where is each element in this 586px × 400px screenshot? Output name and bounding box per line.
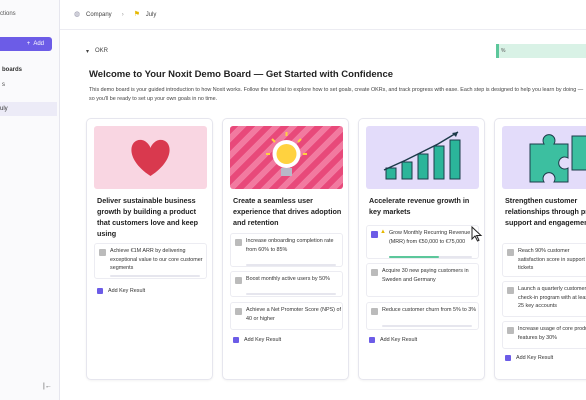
collapse-sidebar-icon[interactable]: |← (43, 383, 52, 390)
objective-card[interactable]: Create a seamless user experience that d… (222, 118, 349, 380)
key-result-item[interactable]: Increase usage of core product features … (502, 321, 586, 349)
bar-chart-image (366, 126, 479, 189)
key-result-text: Reach 90% customer satisfaction score in… (518, 248, 585, 272)
key-result-progress (110, 275, 200, 277)
key-result-item[interactable]: Achieve €1M ARR by delivering exceptiona… (94, 243, 207, 279)
sidebar: ctions + Add boards s uly |← (0, 0, 60, 400)
mouse-cursor-icon (471, 226, 483, 242)
objective-card[interactable]: Deliver sustainable business growth by b… (86, 118, 213, 380)
avatar-icon (507, 249, 514, 256)
objective-title[interactable]: Deliver sustainable business growth by b… (97, 195, 207, 239)
add-key-result-button[interactable]: Add Key Result (369, 337, 417, 343)
avatar-icon (507, 327, 514, 334)
key-result-text: Achieve a Net Promoter Score (NPS) of 40… (246, 307, 341, 322)
page-title: Welcome to Your Noxit Demo Board — Get S… (89, 69, 394, 80)
add-button[interactable]: + Add (0, 37, 52, 51)
okr-progress-bar: % (496, 44, 586, 58)
add-key-result-label: Add Key Result (380, 337, 418, 343)
key-result-progress-fill (389, 256, 439, 258)
key-result-text: Boost monthly active users by 50% (246, 276, 330, 282)
key-result-text: Launch a quarterly customer check-in pro… (518, 286, 586, 310)
avatar-icon (235, 277, 242, 284)
plus-square-icon (97, 288, 103, 294)
add-button-label: Add (33, 41, 44, 47)
objective-card[interactable]: Strengthen customer relationships throug… (494, 118, 586, 380)
key-result-item[interactable]: Reduce customer churn from 5% to 3% (366, 302, 479, 330)
heart-image (94, 126, 207, 189)
plus-square-icon (233, 337, 239, 343)
objective-title[interactable]: Strengthen customer relationships throug… (505, 195, 586, 228)
objective-title[interactable]: Accelerate revenue growth in key markets (369, 195, 479, 217)
key-result-text: Achieve €1M ARR by delivering exceptiona… (110, 248, 203, 272)
add-key-result-button[interactable]: Add Key Result (233, 337, 281, 343)
key-result-item[interactable]: Acquire 30 new paying customers in Swede… (366, 263, 479, 297)
flag-icon: ⚑ (133, 10, 140, 18)
key-result-item[interactable]: Achieve a Net Promoter Score (NPS) of 40… (230, 302, 343, 330)
globe-icon: ◍ (74, 10, 81, 18)
sidebar-section-boards: boards (2, 67, 23, 73)
add-key-result-button[interactable]: Add Key Result (505, 355, 553, 361)
avatar-icon (371, 231, 378, 238)
avatar-icon (99, 249, 106, 256)
avatar-icon (371, 269, 378, 276)
key-result-text: Acquire 30 new paying customers in Swede… (382, 268, 469, 283)
chevron-down-icon[interactable]: ▾ (86, 48, 89, 55)
key-result-progress (389, 256, 472, 258)
breadcrumb: ◍ Company › ⚑ July (60, 0, 586, 30)
avatar-icon (235, 239, 242, 246)
intro-text: This demo board is your guided introduct… (89, 87, 584, 102)
key-result-progress (246, 264, 336, 266)
avatar-icon (235, 308, 242, 315)
key-result-progress (246, 293, 336, 295)
plus-square-icon (369, 337, 375, 343)
avatar-icon (371, 308, 378, 315)
breadcrumb-period[interactable]: July (146, 12, 157, 18)
sidebar-top-label: ctions (0, 11, 16, 17)
add-key-result-label: Add Key Result (244, 337, 282, 343)
plus-square-icon (505, 355, 511, 361)
objective-card[interactable]: Accelerate revenue growth in key markets… (358, 118, 485, 380)
lightbulb-image (230, 126, 343, 189)
objective-title[interactable]: Create a seamless user experience that d… (233, 195, 343, 228)
key-result-text: Increase onboarding completion rate from… (246, 238, 334, 253)
breadcrumb-company[interactable]: Company (86, 12, 112, 18)
key-result-item[interactable]: Reach 90% customer satisfaction score in… (502, 243, 586, 277)
sidebar-item-label: uly (0, 106, 8, 112)
add-key-result-label: Add Key Result (108, 288, 146, 294)
puzzle-image (502, 126, 586, 189)
okr-label: OKR (95, 48, 109, 54)
sidebar-item-july[interactable]: uly (0, 102, 57, 116)
sidebar-item[interactable]: s (2, 82, 5, 88)
add-key-result-label: Add Key Result (516, 355, 554, 361)
breadcrumb-separator-icon: › (121, 11, 124, 18)
add-key-result-button[interactable]: Add Key Result (97, 288, 145, 294)
key-result-text: Reduce customer churn from 5% to 3% (382, 307, 477, 313)
key-result-progress (382, 325, 472, 327)
key-result-item[interactable]: Launch a quarterly customer check-in pro… (502, 281, 586, 317)
key-result-item[interactable]: Increase onboarding completion rate from… (230, 233, 343, 267)
key-result-item[interactable]: ▲ Grow Monthly Recurring Revenue (MRR) f… (366, 225, 479, 259)
key-result-text: Increase usage of core product features … (518, 326, 586, 341)
avatar-icon (507, 287, 514, 294)
warning-icon: ▲ (380, 229, 386, 235)
plus-icon: + (26, 41, 31, 47)
key-result-text: Grow Monthly Recurring Revenue (MRR) fro… (389, 230, 471, 245)
key-result-item[interactable]: Boost monthly active users by 50% (230, 271, 343, 297)
